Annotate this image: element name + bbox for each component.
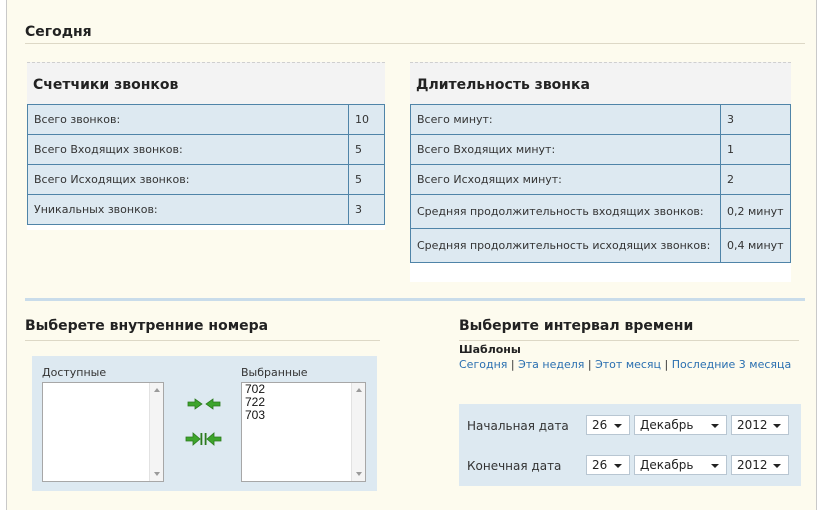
end-date-label: Конечная дата [467, 459, 562, 473]
row-value: 0,2 минут [720, 194, 791, 229]
chevron-down-icon [711, 424, 719, 428]
interval-title: Выберите интервал времени [459, 318, 694, 334]
row-value: 10 [348, 104, 385, 135]
start-year-select[interactable]: 2012 [731, 415, 789, 435]
table-row: Средняя продолжительность входящих звонк… [410, 194, 791, 229]
extensions-divider [25, 340, 380, 341]
table-row: Всего Исходящих звонков: 5 [27, 164, 385, 195]
start-day-select[interactable]: 26 [586, 415, 630, 435]
end-month-value: Декабрь [640, 458, 694, 472]
section-title-today: Сегодня [25, 24, 92, 40]
link-separator: | [661, 358, 672, 371]
table-row: Всего минут: 3 [410, 104, 791, 135]
table-row: Всего Входящих минут: 1 [410, 134, 791, 165]
move-left-icon[interactable] [205, 398, 221, 410]
call-counters-title: Счетчики звонков [27, 62, 385, 104]
start-date-label: Начальная дата [467, 419, 569, 433]
row-label: Средняя продолжительность исходящих звон… [410, 228, 721, 263]
row-label: Всего Исходящих минут: [410, 164, 721, 195]
table-row: Средняя продолжительность исходящих звон… [410, 228, 791, 263]
chevron-down-icon [614, 464, 622, 468]
call-counters-table: Всего звонков: 10 Всего Входящих звонков… [27, 104, 385, 225]
end-year-value: 2012 [737, 458, 768, 472]
row-label: Средняя продолжительность входящих звонк… [410, 194, 721, 229]
available-scrollbar[interactable] [149, 383, 163, 481]
call-duration-panel: Длительность звонка Всего минут: 3 Всего… [410, 62, 791, 282]
link-this-week[interactable]: Эта неделя [518, 358, 584, 371]
extensions-box: Доступные Выбранные 702 722 703 [32, 356, 377, 491]
row-label: Всего звонков: [27, 104, 349, 135]
link-separator: | [507, 358, 519, 371]
section-separator [25, 298, 805, 301]
chevron-down-icon [711, 464, 719, 468]
scroll-down-icon[interactable] [356, 472, 362, 476]
row-value: 5 [348, 164, 385, 195]
row-value: 3 [348, 194, 385, 225]
chevron-down-icon [773, 464, 781, 468]
move-all-right-icon[interactable] [185, 432, 203, 446]
interval-divider [459, 340, 799, 341]
selected-label: Выбранные [241, 366, 308, 379]
section-divider [25, 43, 805, 44]
end-year-select[interactable]: 2012 [731, 455, 789, 475]
move-all-left-icon[interactable] [204, 432, 222, 446]
move-right-icon[interactable] [187, 398, 203, 410]
table-row: Всего Входящих звонков: 5 [27, 134, 385, 165]
start-day-value: 26 [592, 418, 608, 432]
available-listbox[interactable] [42, 382, 164, 482]
scroll-up-icon[interactable] [356, 388, 362, 392]
link-today[interactable]: Сегодня [459, 358, 507, 371]
chevron-down-icon [614, 424, 622, 428]
row-value: 3 [720, 104, 791, 135]
row-value: 1 [720, 134, 791, 165]
end-month-select[interactable]: Декабрь [634, 455, 727, 475]
table-row: Уникальных звонков: 3 [27, 194, 385, 225]
call-duration-table: Всего минут: 3 Всего Входящих минут: 1 В… [410, 104, 791, 263]
selected-listbox[interactable]: 702 722 703 [241, 382, 366, 482]
row-value: 2 [720, 164, 791, 195]
row-value: 0,4 минут [720, 228, 791, 263]
row-label: Уникальных звонков: [27, 194, 349, 225]
row-label: Всего минут: [410, 104, 721, 135]
end-day-value: 26 [592, 458, 608, 472]
row-value: 5 [348, 134, 385, 165]
table-row: Всего звонков: 10 [27, 104, 385, 135]
row-label: Всего Входящих звонков: [27, 134, 349, 165]
available-label: Доступные [42, 366, 107, 379]
row-label: Всего Исходящих звонков: [27, 164, 349, 195]
page-frame: Сегодня Счетчики звонков Всего звонков: … [6, 0, 817, 510]
link-last-3-months[interactable]: Последние 3 месяца [672, 358, 792, 371]
scroll-up-icon[interactable] [154, 388, 160, 392]
link-this-month[interactable]: Этот месяц [595, 358, 661, 371]
link-separator: | [584, 358, 596, 371]
table-row: Всего Исходящих минут: 2 [410, 164, 791, 195]
call-duration-title: Длительность звонка [410, 62, 791, 104]
start-month-select[interactable]: Декабрь [634, 415, 727, 435]
chevron-down-icon [773, 424, 781, 428]
date-range-box: Начальная дата 26 Декабрь 2012 Конечная … [459, 404, 801, 486]
start-month-value: Декабрь [640, 418, 694, 432]
start-year-value: 2012 [737, 418, 768, 432]
template-links: Сегодня | Эта неделя | Этот месяц | Посл… [459, 357, 799, 373]
call-counters-panel: Счетчики звонков Всего звонков: 10 Всего… [27, 62, 385, 230]
selected-scrollbar[interactable] [351, 383, 365, 481]
end-day-select[interactable]: 26 [586, 455, 630, 475]
row-label: Всего Входящих минут: [410, 134, 721, 165]
extensions-title: Выберете внутренние номера [25, 318, 269, 334]
templates-label: Шаблоны [459, 343, 521, 356]
scroll-down-icon[interactable] [154, 472, 160, 476]
list-item[interactable]: 703 [242, 409, 365, 422]
